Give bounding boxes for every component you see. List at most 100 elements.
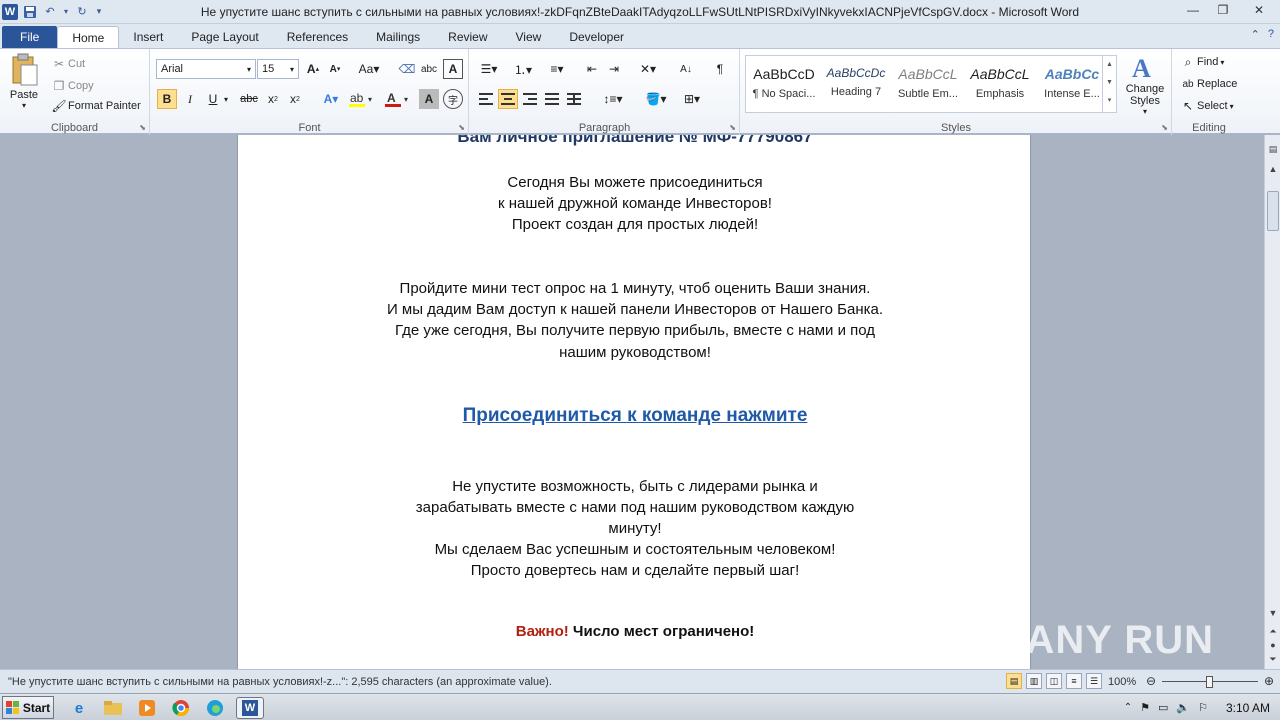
tab-page-layout[interactable]: Page Layout	[177, 26, 272, 48]
sort-icon[interactable]: A↓	[676, 59, 696, 79]
replace-button[interactable]: ab Replace	[1179, 75, 1237, 93]
underline-button[interactable]: U	[203, 89, 223, 109]
next-page-icon[interactable]: ⏷	[1265, 651, 1280, 667]
align-center-icon[interactable]	[498, 89, 518, 109]
grow-font-icon[interactable]: A ▴	[303, 59, 323, 79]
select-button[interactable]: ↖ Select ▾	[1179, 97, 1234, 115]
justify-icon[interactable]	[542, 89, 562, 109]
draft-icon[interactable]: ☰	[1086, 673, 1102, 689]
customize-qat-icon[interactable]: ▾	[94, 4, 104, 20]
italic-button[interactable]: I	[180, 89, 200, 109]
clear-formatting-icon[interactable]: ⌫	[397, 59, 417, 79]
decrease-indent-icon[interactable]: ⇤	[582, 59, 602, 79]
zoom-in-icon[interactable]: ⊕	[1264, 674, 1274, 688]
distributed-icon[interactable]	[564, 89, 584, 109]
tab-insert[interactable]: Insert	[119, 26, 177, 48]
zoom-slider[interactable]: ⊖ ⊕	[1144, 674, 1276, 688]
bold-button[interactable]: B	[157, 89, 177, 109]
align-right-icon[interactable]	[520, 89, 540, 109]
font-size-box[interactable]: 15 ▾	[257, 59, 299, 79]
save-icon[interactable]	[22, 4, 38, 20]
flag-icon[interactable]: ⚐	[1198, 701, 1208, 714]
superscript-button[interactable]: x2	[285, 89, 305, 109]
word-logo-icon[interactable]: W	[2, 3, 18, 20]
multilevel-list-icon[interactable]: ≡▾	[544, 59, 570, 79]
character-shading-icon[interactable]: A	[419, 89, 439, 109]
style-intense-emphasis[interactable]: AaBbCc Intense E...	[1036, 58, 1108, 110]
gallery-up-icon[interactable]: ▲	[1103, 56, 1116, 74]
scroll-up-icon[interactable]: ▲	[1265, 161, 1280, 177]
borders-icon[interactable]: ⊞▾	[678, 89, 706, 109]
zoom-level[interactable]: 100%	[1108, 676, 1136, 688]
phonetic-guide-icon[interactable]: abc	[419, 59, 439, 79]
underline-dropdown-icon[interactable]: ▾	[221, 89, 231, 109]
character-border-icon[interactable]: A	[443, 59, 463, 79]
clock[interactable]: 3:10 AM	[1226, 701, 1270, 715]
clipboard-launcher-icon[interactable]: ⬊	[139, 123, 146, 132]
increase-indent-icon[interactable]: ⇥	[604, 59, 624, 79]
minimize-ribbon-icon[interactable]: ⌃	[1251, 28, 1260, 41]
change-styles-button[interactable]: A Change Styles ▾	[1122, 53, 1168, 116]
styles-launcher-icon[interactable]: ⬊	[1161, 123, 1168, 132]
media-player-icon[interactable]	[136, 697, 158, 719]
zoom-out-icon[interactable]: ⊖	[1146, 674, 1156, 688]
undo-dropdown-icon[interactable]: ▾	[62, 4, 70, 20]
tab-home[interactable]: Home	[57, 26, 120, 48]
tab-file[interactable]: File	[2, 26, 58, 48]
show-hidden-icons-icon[interactable]: ⌃	[1124, 702, 1132, 713]
paste-button[interactable]: Paste ▾	[6, 53, 42, 110]
tab-mailings[interactable]: Mailings	[362, 26, 434, 48]
tab-review[interactable]: Review	[434, 26, 501, 48]
tab-developer[interactable]: Developer	[555, 26, 638, 48]
ruler-toggle-icon[interactable]: ▤	[1265, 141, 1280, 157]
volume-icon[interactable]: 🔈	[1176, 701, 1190, 714]
font-name-box[interactable]: Arial ▾	[156, 59, 256, 79]
maximize-icon[interactable]: ❐	[1208, 0, 1238, 20]
copy-button[interactable]: ❐ Copy	[50, 77, 94, 95]
gallery-down-icon[interactable]: ▼	[1103, 74, 1116, 92]
subscript-button[interactable]: x2	[263, 89, 283, 109]
internet-explorer-icon[interactable]: e	[68, 697, 90, 719]
web-layout-icon[interactable]: ◫	[1046, 673, 1062, 689]
undo-icon[interactable]: ↶	[42, 4, 58, 20]
document-page[interactable]: Вам личное приглашение № МФ-77790867 Сег…	[237, 135, 1031, 669]
vertical-scrollbar[interactable]: ▤ ▲ ▼ ⏶ ● ⏷	[1264, 135, 1280, 669]
line-spacing-icon[interactable]: ↕≡▾	[600, 89, 626, 109]
close-icon[interactable]: ✕	[1238, 0, 1280, 20]
show-formatting-icon[interactable]: ¶	[710, 59, 730, 79]
gallery-more-icon[interactable]: ▾	[1103, 92, 1116, 110]
minimize-icon[interactable]: —	[1178, 0, 1208, 20]
shrink-font-icon[interactable]: A ▾	[325, 59, 345, 79]
text-effects-icon[interactable]: A▾	[317, 89, 345, 109]
enclose-characters-icon[interactable]: 字	[443, 89, 463, 109]
start-button[interactable]: Start	[2, 696, 54, 719]
tab-view[interactable]: View	[502, 26, 556, 48]
chrome-icon[interactable]	[170, 697, 192, 719]
full-screen-reading-icon[interactable]: ▥	[1026, 673, 1042, 689]
file-explorer-icon[interactable]	[102, 697, 124, 719]
find-button[interactable]: ⌕ Find ▾	[1179, 53, 1225, 71]
scroll-thumb[interactable]	[1267, 191, 1279, 231]
redo-icon[interactable]: ↻	[74, 4, 90, 20]
paragraph-launcher-icon[interactable]: ⬊	[729, 123, 736, 132]
action-center-icon[interactable]: ⚑	[1140, 701, 1150, 714]
network-icon[interactable]: ▭	[1158, 701, 1168, 714]
highlight-color-icon[interactable]: ab ▾	[347, 89, 377, 109]
change-case-icon[interactable]: Aa▾	[355, 59, 383, 79]
outline-icon[interactable]: ≡	[1066, 673, 1082, 689]
bullets-icon[interactable]: ☰▾	[476, 59, 502, 79]
join-team-link[interactable]: Присоединиться к команде нажмите	[238, 405, 1032, 427]
shading-icon[interactable]: 🪣▾	[642, 89, 670, 109]
strikethrough-button[interactable]: abc	[237, 89, 261, 109]
style-heading-7[interactable]: AaBbCcDc Heading 7	[820, 58, 892, 110]
word-taskbar-icon[interactable]: W	[236, 697, 264, 719]
help-icon[interactable]: ?	[1268, 28, 1274, 41]
format-painter-button[interactable]: 🖌 Format Painter	[50, 97, 140, 115]
scroll-down-icon[interactable]: ▼	[1265, 605, 1280, 621]
font-color-icon[interactable]: A ▾	[383, 89, 413, 109]
style-no-spacing[interactable]: AaBbCcD ¶ No Spaci...	[748, 58, 820, 110]
tab-references[interactable]: References	[273, 26, 362, 48]
print-layout-icon[interactable]: ▤	[1006, 673, 1022, 689]
style-emphasis[interactable]: AaBbCcL Emphasis	[964, 58, 1036, 110]
style-subtle-emphasis[interactable]: AaBbCcL Subtle Em...	[892, 58, 964, 110]
